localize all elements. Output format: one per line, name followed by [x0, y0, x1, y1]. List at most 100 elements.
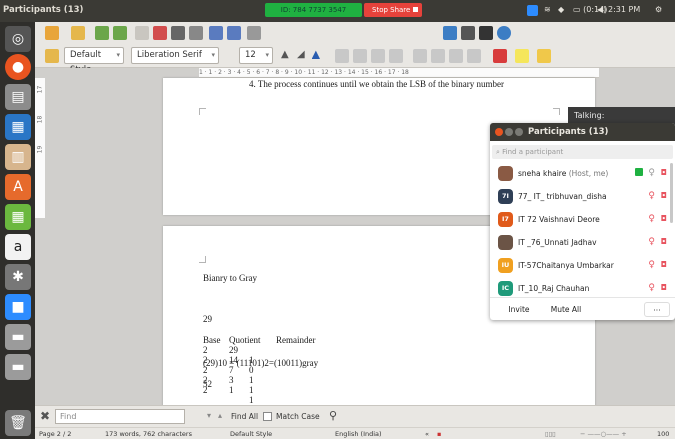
drive-icon-2[interactable]: ▬: [5, 354, 31, 380]
find-input[interactable]: Find: [55, 409, 185, 424]
find-previous-icon[interactable]: ▾: [207, 411, 211, 420]
view-layout-icon[interactable]: ▯▯▯: [545, 428, 556, 439]
participant-search-input[interactable]: ⌕ Find a participant: [492, 145, 673, 159]
print-preview-icon[interactable]: [189, 26, 203, 40]
match-case-checkbox[interactable]: [263, 412, 272, 421]
participant-row[interactable]: IU IT-57Chaitanya Umbarkar ♀ ◘: [490, 254, 675, 277]
participant-row[interactable]: I7 IT 72 Vaishnavi Deore ♀ ◘: [490, 208, 675, 231]
camera-off-icon[interactable]: ◘: [661, 260, 667, 269]
camera-off-icon[interactable]: ◘: [661, 237, 667, 246]
cut-icon[interactable]: [247, 26, 261, 40]
styles-icon[interactable]: [45, 49, 59, 63]
gear-icon[interactable]: ⚙: [655, 5, 662, 14]
writer-icon[interactable]: ▦: [5, 114, 31, 140]
mic-muted-icon[interactable]: ♀: [648, 191, 655, 201]
formatting-marks-icon[interactable]: [479, 26, 493, 40]
files-icon[interactable]: ▤: [5, 84, 31, 110]
indent-decrease-icon[interactable]: [449, 49, 463, 63]
find-replace-icon[interactable]: ⚲: [329, 409, 337, 422]
maximize-icon[interactable]: [515, 128, 523, 136]
gallery-icon[interactable]: [461, 26, 475, 40]
align-left-icon[interactable]: [335, 49, 349, 63]
zoom-tray-icon[interactable]: [527, 5, 538, 16]
navigator-icon[interactable]: [443, 26, 457, 40]
font-color-icon[interactable]: [493, 49, 507, 63]
participant-row[interactable]: sneha khaire (Host, me) ♀ ◘: [490, 162, 675, 185]
impress-icon[interactable]: ▥: [5, 144, 31, 170]
horizontal-ruler[interactable]: 1 · 1 · 2 · 3 · 4 · 5 · 6 · 7 · 8 · 9 · …: [199, 68, 599, 78]
help-icon[interactable]: [497, 26, 511, 40]
word-count[interactable]: 173 words, 762 characters: [105, 428, 192, 439]
firefox-icon[interactable]: ●: [5, 54, 31, 80]
stop-share-button[interactable]: Stop Share: [364, 3, 422, 17]
open-folder-icon[interactable]: [71, 26, 85, 40]
justify-icon[interactable]: [389, 49, 403, 63]
page-style[interactable]: Default Style: [230, 428, 272, 439]
meeting-id-badge[interactable]: ID: 784 7737 3547: [265, 3, 362, 17]
amazon-icon[interactable]: a: [5, 234, 31, 260]
dropbox-icon[interactable]: ◆: [558, 5, 564, 14]
spellcheck-icon[interactable]: [209, 26, 223, 40]
font-name-select[interactable]: Liberation Serif ▾: [131, 47, 219, 64]
more-button[interactable]: ···: [644, 302, 670, 317]
edit-icon[interactable]: [135, 26, 149, 40]
save-icon[interactable]: [95, 26, 109, 40]
new-document-icon[interactable]: [45, 26, 59, 40]
bullets-icon[interactable]: [413, 49, 427, 63]
volume-icon[interactable]: ◀): [597, 5, 606, 14]
clock[interactable]: 2:31 PM: [608, 5, 640, 14]
mic-muted-icon[interactable]: ♀: [648, 214, 655, 224]
chevron-down-icon: ▾: [265, 51, 269, 59]
search-placeholder: Find a participant: [502, 148, 564, 156]
camera-off-icon[interactable]: ◘: [661, 283, 667, 292]
paragraph-style-select[interactable]: Default Style▾: [64, 47, 124, 75]
dash-icon[interactable]: ◎: [5, 26, 31, 52]
camera-off-icon[interactable]: ◘: [661, 168, 667, 177]
language[interactable]: English (India): [335, 428, 382, 439]
participant-row[interactable]: 7I 77_ IT_ tribhuvan_disha ♀ ◘: [490, 185, 675, 208]
background-color-icon[interactable]: [537, 49, 551, 63]
participant-row[interactable]: IT _76_Unnati Jadhav ♀ ◘: [490, 231, 675, 254]
italic-icon[interactable]: ◢: [297, 49, 305, 60]
trash-icon[interactable]: 🗑: [5, 410, 31, 436]
page-count[interactable]: Page 2 / 2: [39, 428, 71, 439]
close-icon[interactable]: [495, 128, 503, 136]
align-right-icon[interactable]: [371, 49, 385, 63]
chevron-down-icon: ▾: [116, 51, 120, 59]
participant-name: IT-57Chaitanya Umbarkar: [518, 261, 614, 270]
mic-muted-icon[interactable]: ♀: [648, 260, 655, 270]
calc-icon[interactable]: ▦: [5, 204, 31, 230]
camera-off-icon[interactable]: ◘: [661, 214, 667, 223]
font-size-select[interactable]: 12 ▾: [239, 47, 273, 64]
autospell-icon[interactable]: [227, 26, 241, 40]
underline-icon[interactable]: ▲: [312, 49, 320, 60]
drive-icon[interactable]: ▬: [5, 324, 31, 350]
wifi-icon[interactable]: ≋: [544, 5, 551, 14]
zoom-icon[interactable]: ■: [5, 294, 31, 320]
minimize-icon[interactable]: [505, 128, 513, 136]
software-center-icon[interactable]: A: [5, 174, 31, 200]
participants-scrollbar[interactable]: [670, 163, 673, 223]
settings-icon[interactable]: ✱: [5, 264, 31, 290]
invite-button[interactable]: Invite: [502, 302, 536, 317]
find-next-icon[interactable]: ▴: [218, 411, 222, 420]
highlight-icon[interactable]: [515, 49, 529, 63]
email-icon[interactable]: [113, 26, 127, 40]
mic-muted-icon[interactable]: ♀: [648, 237, 655, 247]
camera-off-icon[interactable]: ◘: [661, 191, 667, 200]
export-pdf-icon[interactable]: [153, 26, 167, 40]
insert-mode-icon: «: [425, 430, 429, 438]
indent-increase-icon[interactable]: [467, 49, 481, 63]
close-icon[interactable]: ✖: [40, 409, 50, 423]
vertical-ruler[interactable]: 17 18 19: [35, 78, 45, 218]
zoom-level[interactable]: 100: [657, 428, 669, 439]
print-icon[interactable]: [171, 26, 185, 40]
mic-icon[interactable]: ♀: [648, 168, 655, 178]
mic-muted-icon[interactable]: ♀: [648, 283, 655, 293]
bold-icon[interactable]: ▲: [281, 49, 289, 60]
numbering-icon[interactable]: [431, 49, 445, 63]
align-center-icon[interactable]: [353, 49, 367, 63]
zoom-slider[interactable]: − ——○—— +: [580, 428, 627, 439]
find-all-button[interactable]: Find All: [231, 412, 258, 421]
mute-all-button[interactable]: Mute All: [546, 302, 586, 317]
